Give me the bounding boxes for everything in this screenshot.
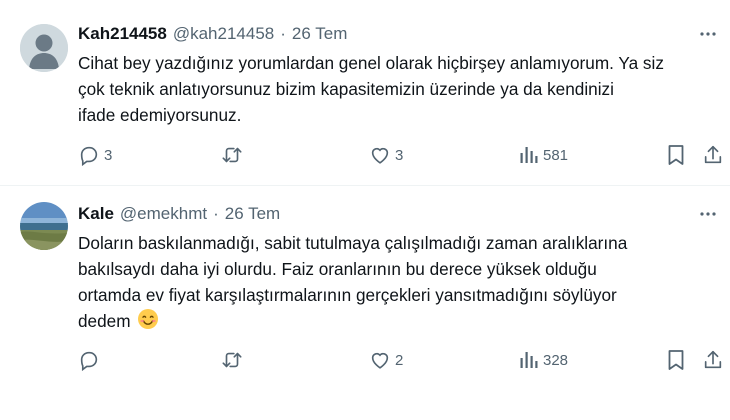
avatar[interactable] (20, 202, 68, 250)
like-icon (371, 352, 389, 369)
tweet-text-line: dedem (78, 311, 131, 331)
tweet-text: Doların baskılanmadığı, sabit tutulmaya … (78, 230, 718, 337)
more-icon[interactable] (696, 22, 720, 46)
like-button[interactable]: 3 (369, 143, 403, 167)
share-icon (704, 145, 722, 164)
smiling-face-emoji (137, 308, 159, 337)
views-button[interactable]: 581 (519, 143, 568, 167)
like-button[interactable]: 2 (369, 348, 403, 372)
tweet-text-last-line: dedem (78, 308, 718, 337)
author-name[interactable]: Kah214458 (78, 24, 167, 44)
reply-button[interactable]: 3 (78, 143, 112, 167)
bookmark-icon (668, 145, 684, 165)
like-icon (371, 147, 389, 164)
avatar[interactable] (20, 24, 68, 72)
like-count: 3 (395, 146, 404, 164)
tweet-text-line: Cihat bey yazdığınız yorumlardan genel o… (78, 53, 664, 73)
retweet-icon (222, 352, 242, 368)
tweet-1[interactable]: Kah214458 @kah214458 · 26 Tem Cihat bey … (0, 22, 730, 185)
views-icon (520, 147, 538, 163)
bookmark-icon (668, 350, 684, 370)
share-button[interactable] (702, 348, 724, 372)
separator-dot: · (213, 204, 219, 223)
action-bar: 3 3 581 (78, 143, 728, 167)
reply-icon (80, 351, 98, 371)
retweet-button[interactable] (220, 348, 248, 372)
tweet-date[interactable]: 26 Tem (292, 24, 347, 44)
views-icon (520, 352, 538, 368)
retweet-icon (222, 147, 242, 163)
tweet-text-line: bakılsaydı daha iyi olurdu. Faiz oranlar… (78, 259, 597, 279)
more-icon[interactable] (696, 202, 720, 226)
tweet-text: Cihat bey yazdığınız yorumlardan genel o… (78, 50, 718, 128)
tweet-divider (0, 185, 730, 186)
tweet-date[interactable]: 26 Tem (225, 204, 280, 224)
tweet-header: Kale @emekhmt · 26 Tem (78, 202, 280, 226)
views-count: 581 (543, 146, 569, 164)
share-button[interactable] (702, 143, 724, 167)
author-handle[interactable]: @kah214458 (173, 24, 274, 44)
tweet-text-line: ortamda ev fiyat karşılaştırmalarının ge… (78, 285, 617, 305)
views-button[interactable]: 328 (519, 348, 568, 372)
reply-icon (80, 146, 98, 166)
reply-button[interactable] (78, 348, 104, 372)
author-name[interactable]: Kale (78, 204, 114, 224)
share-icon (704, 350, 722, 369)
reply-count: 3 (104, 146, 113, 164)
default-avatar-icon (20, 24, 68, 72)
tweet-2[interactable]: Kale @emekhmt · 26 Tem Doların baskılanm… (0, 202, 730, 420)
tweet-header: Kah214458 @kah214458 · 26 Tem (78, 22, 347, 46)
like-count: 2 (395, 351, 404, 369)
beach-avatar-icon (20, 202, 68, 250)
bookmark-button[interactable] (666, 348, 686, 372)
bookmark-button[interactable] (666, 143, 686, 167)
retweet-button[interactable] (220, 143, 248, 167)
tweet-text-line: çok teknik anlatıyorsunuz bizim kapasite… (78, 79, 614, 99)
tweet-text-line: Doların baskılanmadığı, sabit tutulmaya … (78, 233, 628, 253)
author-handle[interactable]: @emekhmt (120, 204, 207, 224)
separator-dot: · (280, 24, 286, 43)
tweet-text-line: ifade edemiyorsunuz. (78, 105, 242, 125)
action-bar: 2 328 (78, 348, 728, 372)
views-count: 328 (543, 351, 569, 369)
